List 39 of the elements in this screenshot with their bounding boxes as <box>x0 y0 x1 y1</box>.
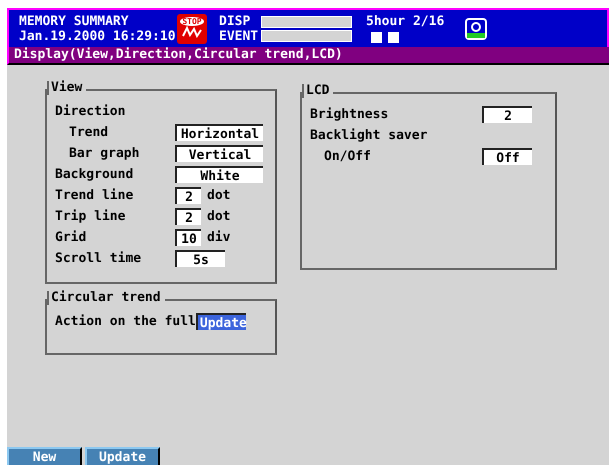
disp-label: DISP <box>219 14 252 28</box>
setting-field[interactable]: Off <box>482 148 532 165</box>
group-title: View <box>47 81 86 95</box>
setting-label: Background <box>55 167 134 182</box>
setting-field[interactable]: 2 <box>175 208 201 225</box>
setting-label: On/Off <box>323 149 372 164</box>
setting-field[interactable]: 2 <box>482 106 532 123</box>
setting-field[interactable]: White <box>175 166 263 183</box>
setting-label: Scroll time <box>55 251 142 266</box>
setting-label: Bar graph <box>68 146 140 161</box>
mode-label: MEMORY SUMMARY <box>19 14 130 28</box>
setting-field[interactable]: 2 <box>175 187 201 204</box>
setting-label: Backlight saver <box>310 128 428 143</box>
setting-field[interactable]: 10 <box>175 229 201 246</box>
soft-key-button[interactable]: New <box>7 447 82 465</box>
setting-label: Trip line <box>55 209 126 224</box>
square-icon <box>371 32 382 43</box>
screen-title: Display(View,Direction,Circular trend,LCD) <box>7 47 609 65</box>
event-label: EVENT <box>219 28 260 44</box>
camera-icon <box>464 16 488 40</box>
unit-label: div <box>207 230 230 245</box>
timebase-label: 5hour 2/16 <box>366 14 446 29</box>
date-time: Jan.19.2000 16:29:10 <box>19 28 177 44</box>
setting-label: Brightness <box>310 107 390 122</box>
setting-field[interactable]: Horizontal <box>175 124 263 141</box>
unit-label: dot <box>207 188 230 203</box>
unit-label: dot <box>207 209 230 224</box>
group-title: Circular trend <box>47 291 165 305</box>
setting-label: Action on the full <box>55 314 196 329</box>
group-title: LCD <box>302 84 334 98</box>
setting-label: Direction <box>55 104 126 119</box>
stop-badge: STOP <box>177 14 207 44</box>
setting-field[interactable]: 5s <box>175 250 225 267</box>
setting-label: Trend line <box>55 188 134 203</box>
setting-label: Grid <box>55 230 88 245</box>
setting-label: Trend <box>68 125 110 140</box>
soft-key-button[interactable]: Update <box>85 447 160 465</box>
setting-field[interactable]: Vertical <box>175 145 263 162</box>
square-icon <box>388 32 399 43</box>
